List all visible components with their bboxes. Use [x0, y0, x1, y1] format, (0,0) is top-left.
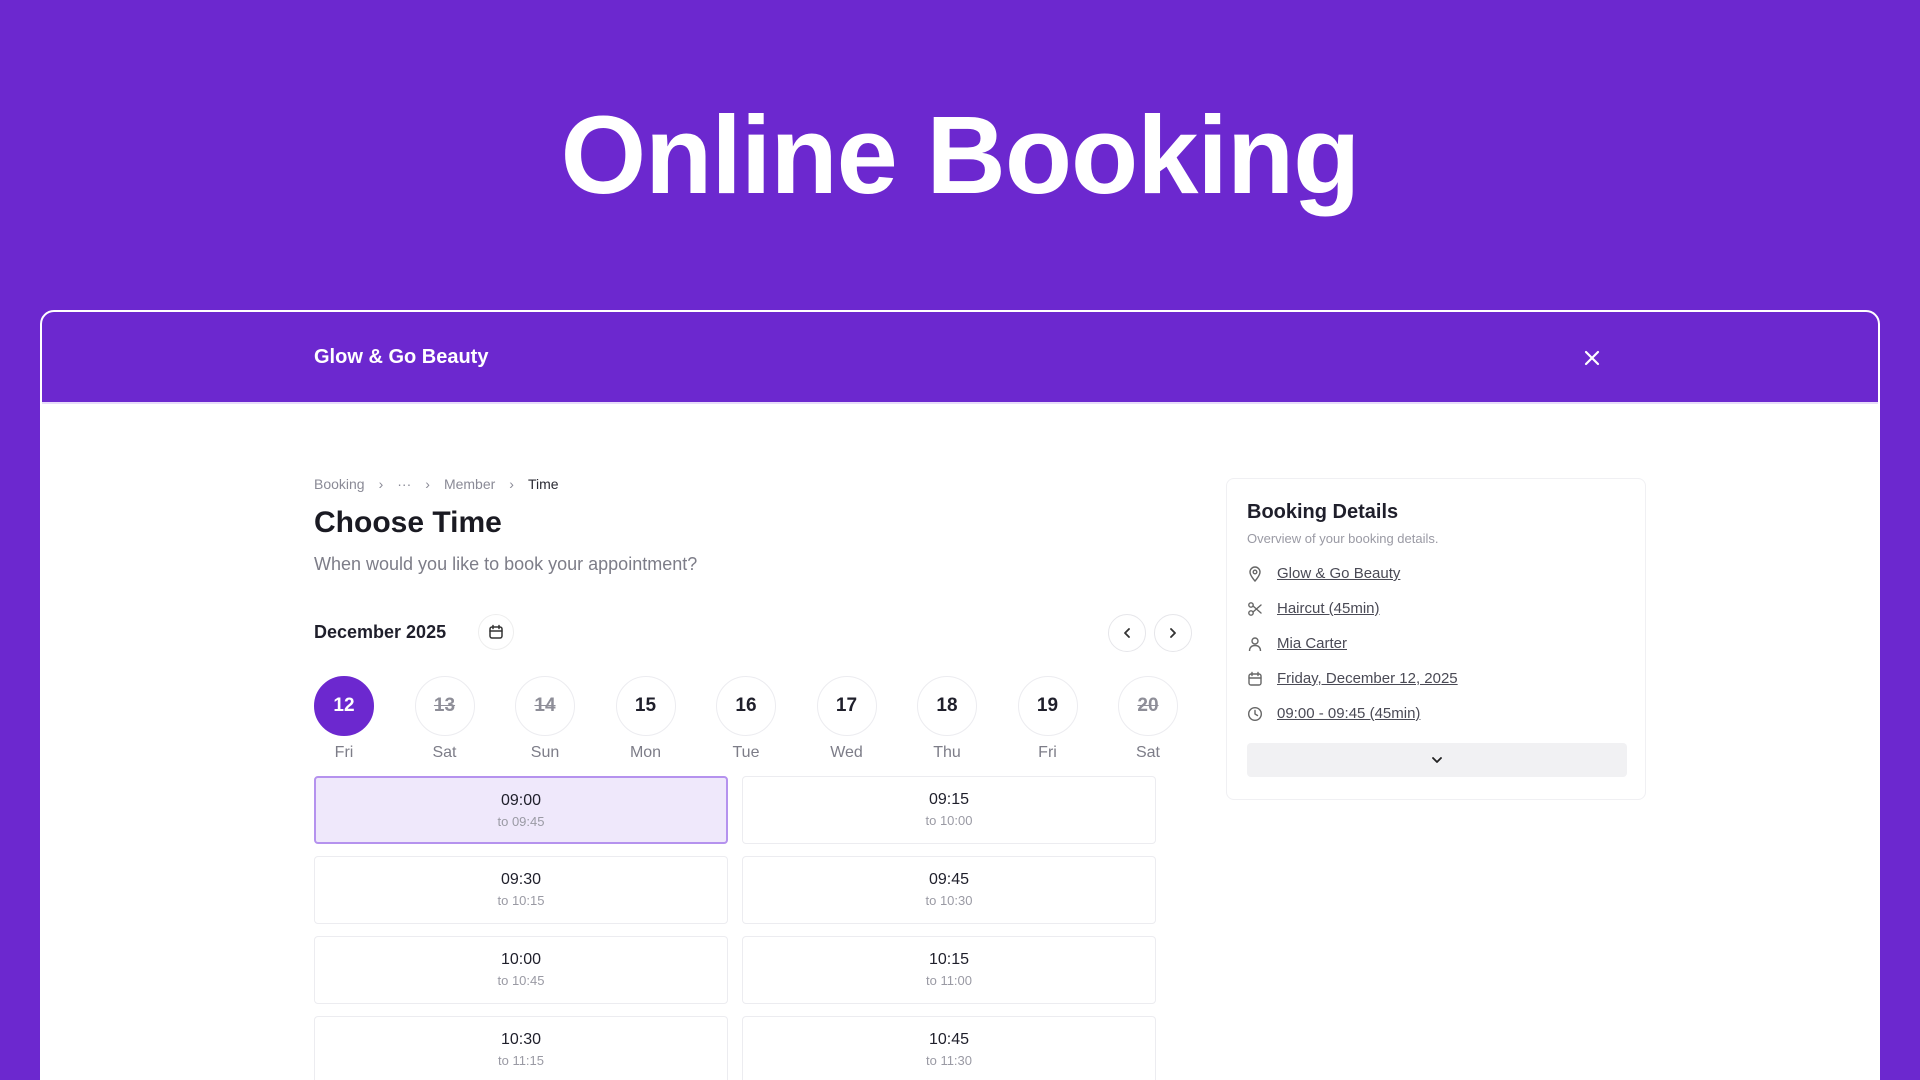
clock-icon — [1247, 706, 1263, 721]
day-number: 17 — [816, 676, 877, 736]
slot-start-time: 10:30 — [500, 1031, 542, 1048]
day-20: 20 Sat — [1118, 676, 1196, 766]
detail-member: Mia Carter — [1247, 635, 1347, 652]
day-weekday-label: Sat — [432, 744, 457, 761]
slot-start-time: 09:30 — [500, 871, 542, 888]
day-strip: 12 Fri 13 Sat 14 Sun 15 Mon 16 Tue 17 Wed 18 Thu 19 Fri… — [314, 676, 1196, 766]
day-16[interactable]: 16 Tue — [716, 676, 817, 766]
slot-end-time: to 09:45 — [497, 814, 545, 829]
slot-start-time: 09:45 — [928, 871, 970, 888]
day-12[interactable]: 12 Fri — [314, 676, 415, 766]
day-13: 13 Sat — [414, 676, 516, 766]
day-number: 15 — [615, 676, 676, 736]
brand-name: Glow & Go Beauty — [314, 346, 489, 368]
chevron-right-icon: › — [425, 476, 430, 492]
day-18[interactable]: 18 Thu — [917, 676, 1018, 766]
month-row: December 2025 — [314, 614, 1192, 652]
breadcrumb-item-time: Time — [527, 476, 559, 492]
main-content: Booking › ··· › Member › Time Choose Tim… — [314, 404, 1878, 1080]
close-icon — [1584, 350, 1600, 366]
day-number: 16 — [716, 676, 776, 736]
time-slot[interactable]: 09:30 to 10:15 — [314, 856, 728, 924]
breadcrumb-item-member[interactable]: Member — [444, 476, 495, 492]
booking-details-card: Booking Details Overview of your booking… — [1226, 478, 1646, 800]
slot-end-time: to 11:30 — [925, 1053, 973, 1068]
scissors-icon — [1248, 601, 1262, 616]
slot-start-time: 10:45 — [928, 1031, 970, 1048]
chevron-right-icon — [1170, 628, 1176, 638]
user-icon — [1248, 636, 1262, 651]
time-slot[interactable]: 09:45 to 10:30 — [742, 856, 1156, 924]
breadcrumb: Booking › ··· › Member › Time — [314, 476, 559, 492]
close-button[interactable] — [1574, 340, 1610, 376]
calendar-icon — [1248, 671, 1262, 686]
service-link[interactable]: Haircut (45min) — [1277, 600, 1380, 617]
slot-end-time: to 10:45 — [497, 973, 545, 988]
time-slot[interactable]: 10:45 to 11:30 — [742, 1016, 1156, 1080]
day-number: 20 — [1118, 676, 1178, 736]
booking-window: Glow & Go Beauty Booking › ··· › Member … — [40, 310, 1880, 1080]
chevron-right-icon: › — [378, 476, 384, 492]
window-header: Glow & Go Beauty — [42, 312, 1878, 404]
breadcrumb-item-booking[interactable]: Booking — [314, 476, 365, 492]
calendar-picker-button[interactable] — [478, 614, 514, 650]
day-weekday-label: Mon — [629, 744, 662, 761]
details-title: Booking Details — [1247, 501, 1399, 523]
detail-date: Friday, December 12, 2025 — [1247, 670, 1458, 687]
date-link[interactable]: Friday, December 12, 2025 — [1277, 670, 1458, 687]
time-slot-grid: 09:00 to 09:45 09:15 to 10:00 09:30 to 10:15 0… — [314, 776, 1196, 1080]
day-weekday-label: Wed — [830, 744, 863, 761]
detail-location: Glow & Go Beauty — [1247, 565, 1400, 582]
page-subtitle: When would you like to book your appoint… — [314, 554, 698, 574]
location-link[interactable]: Glow & Go Beauty — [1277, 565, 1400, 582]
month-label: December 2025 — [314, 622, 447, 642]
day-number: 13 — [414, 676, 475, 736]
day-weekday-label: Fri — [1038, 744, 1057, 761]
day-17[interactable]: 17 Wed — [816, 676, 918, 766]
expand-details-button[interactable] — [1247, 743, 1627, 777]
time-slot[interactable]: 10:00 to 10:45 — [314, 936, 728, 1004]
details-subtitle: Overview of your booking details. — [1247, 531, 1439, 546]
time-link[interactable]: 09:00 - 09:45 (45min) — [1277, 705, 1420, 722]
page-title: Choose Time — [314, 506, 502, 539]
day-14: 14 Sun — [515, 676, 616, 766]
chevron-right-icon: › — [509, 476, 514, 492]
day-weekday-label: Sat — [1135, 744, 1160, 761]
slot-end-time: to 11:00 — [925, 973, 973, 988]
time-slot[interactable]: 10:30 to 11:15 — [314, 1016, 728, 1080]
member-link[interactable]: Mia Carter — [1277, 635, 1347, 652]
slot-start-time: 10:00 — [500, 951, 542, 968]
time-slot[interactable]: 10:15 to 11:00 — [742, 936, 1156, 1004]
map-pin-icon — [1249, 565, 1261, 582]
slot-end-time: to 10:30 — [925, 893, 973, 908]
previous-week-button[interactable] — [1108, 614, 1146, 652]
day-weekday-label: Thu — [933, 744, 961, 761]
day-number: 14 — [515, 676, 575, 736]
slot-end-time: to 10:15 — [497, 893, 545, 908]
day-weekday-label: Fri — [334, 744, 354, 761]
detail-service: Haircut (45min) — [1247, 600, 1380, 617]
day-15[interactable]: 15 Mon — [615, 676, 717, 766]
day-19[interactable]: 19 Fri — [1017, 676, 1119, 766]
day-number: 12 — [314, 676, 374, 736]
slot-start-time: 09:00 — [500, 792, 542, 809]
day-weekday-label: Sun — [530, 744, 560, 761]
next-week-button[interactable] — [1154, 614, 1192, 652]
detail-time: 09:00 - 09:45 (45min) — [1247, 705, 1420, 722]
slot-end-time: to 11:15 — [497, 1053, 545, 1068]
breadcrumb-item-ellipsis[interactable]: ··· — [397, 476, 411, 492]
chevron-down-icon — [1432, 757, 1442, 763]
day-number: 18 — [917, 676, 977, 736]
time-slot[interactable]: 09:15 to 10:00 — [742, 776, 1156, 844]
day-number: 19 — [1017, 676, 1078, 736]
slot-start-time: 10:15 — [928, 951, 970, 968]
slot-start-time: 09:15 — [928, 791, 970, 808]
slot-end-time: to 10:00 — [925, 813, 973, 828]
chevron-left-icon — [1124, 628, 1130, 638]
day-weekday-label: Tue — [732, 744, 760, 761]
calendar-icon — [489, 624, 503, 639]
hero-title: Online Booking — [560, 94, 1361, 217]
time-slot[interactable]: 09:00 to 09:45 — [314, 776, 728, 844]
